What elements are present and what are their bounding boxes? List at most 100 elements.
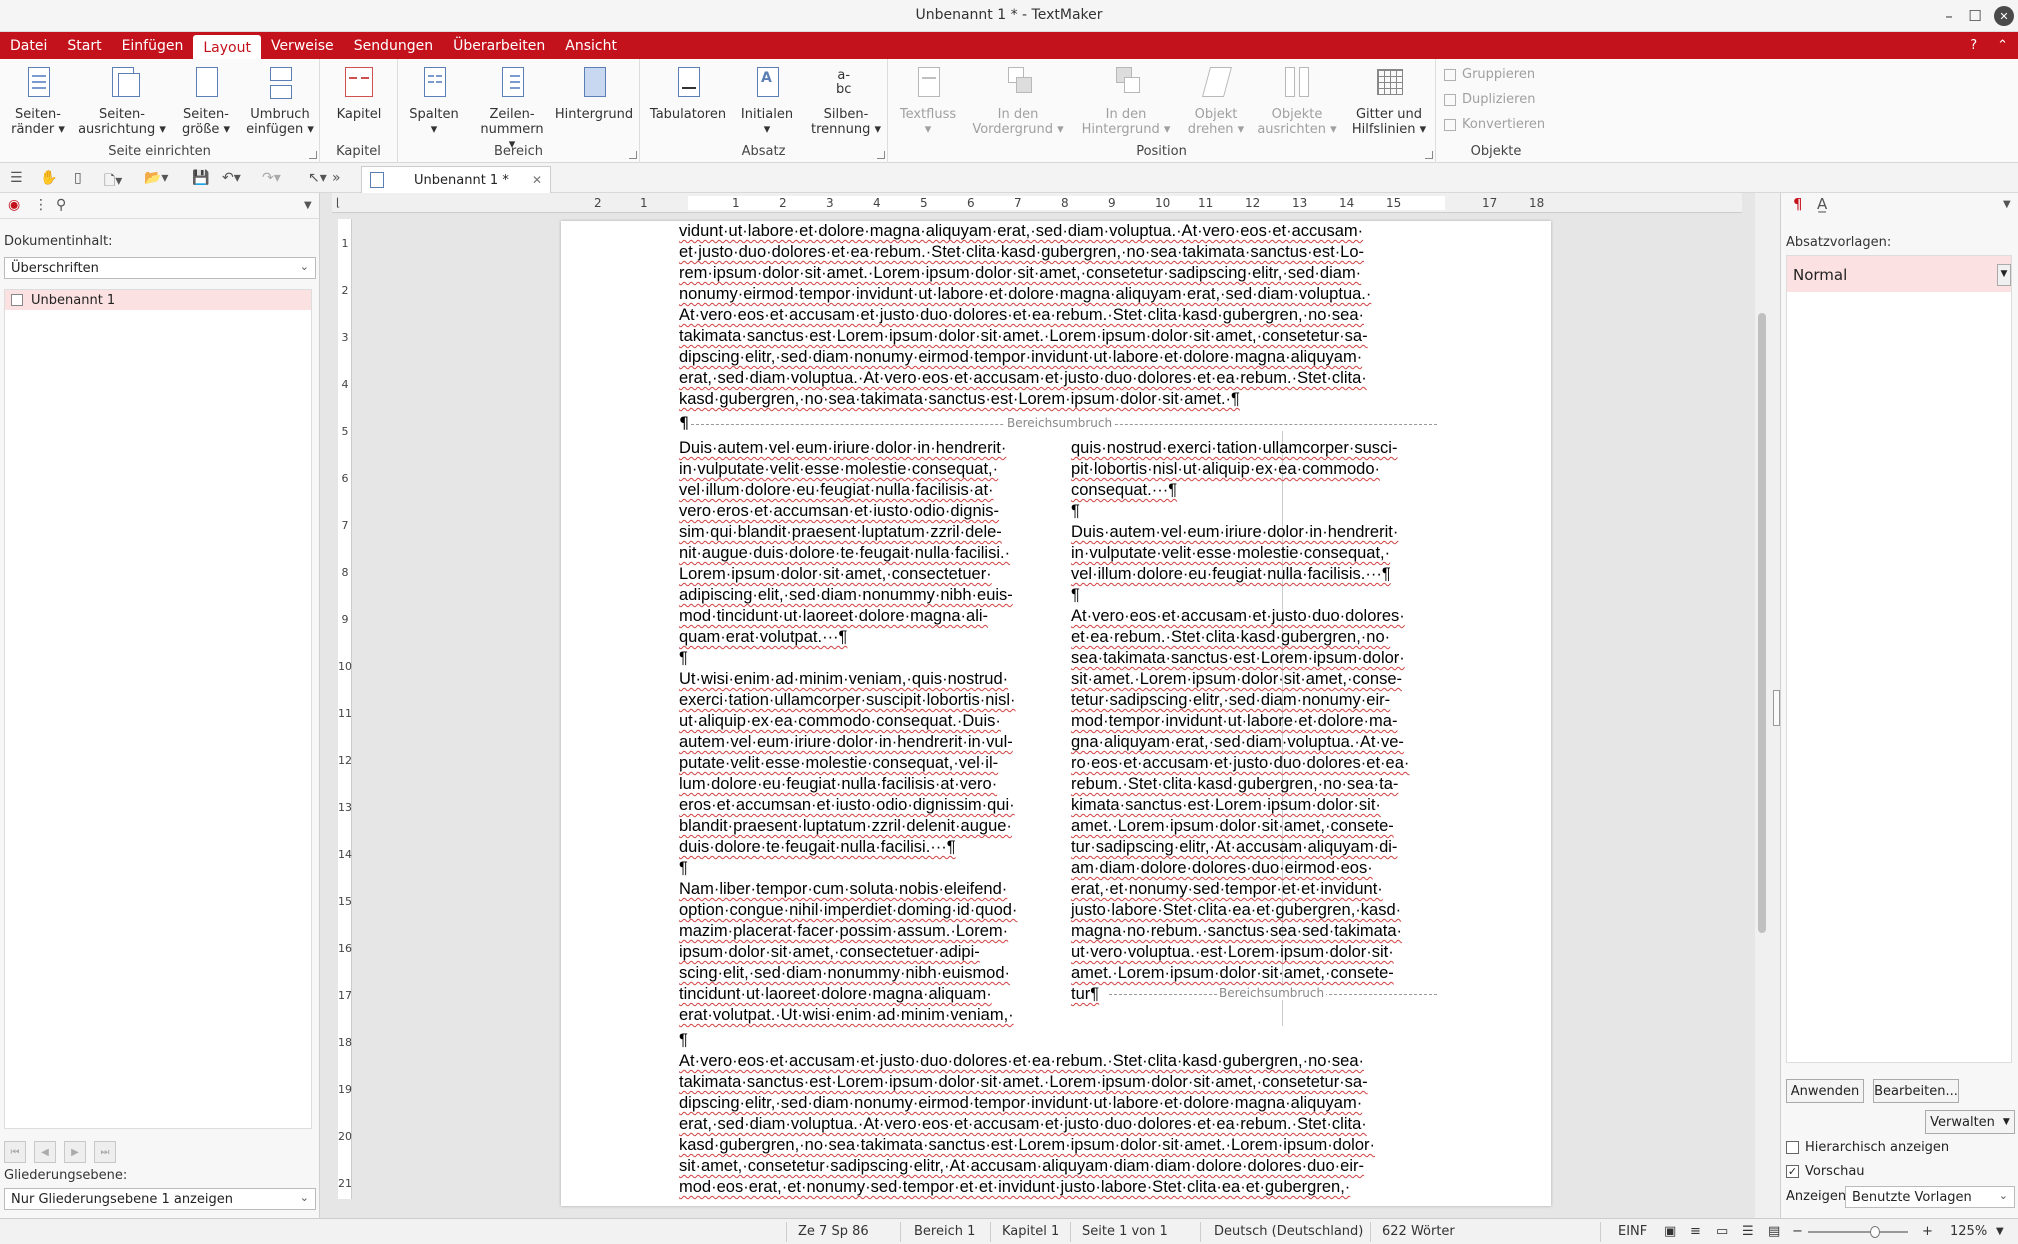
- ruler-tick: 3: [826, 196, 834, 210]
- menu-ansicht[interactable]: Ansicht: [555, 32, 627, 59]
- select-arrow-icon[interactable]: ↖▾: [308, 170, 327, 186]
- menu-ueberarbeiten[interactable]: Überarbeiten: [443, 32, 555, 59]
- outline-icon[interactable]: ⋮: [34, 197, 48, 213]
- next-icon[interactable]: ▶: [64, 1141, 86, 1163]
- seitengroesse-button[interactable]: Seiten- größe ▾: [178, 65, 234, 137]
- menu-datei[interactable]: Datei: [0, 32, 57, 59]
- section-indicator: Bereich 1: [914, 1224, 976, 1239]
- insert-mode[interactable]: EINF: [1618, 1224, 1647, 1239]
- vordergrund-button[interactable]: In den Vordergrund ▾: [968, 65, 1068, 137]
- text-line: Ut·wisi·enim·ad·minim·veniam,·quis·nostr…: [679, 670, 1009, 688]
- zoom-in-icon[interactable]: +: [1922, 1224, 1933, 1239]
- document-page[interactable]: vidunt·ut·labore·et·dolore·magna·aliquya…: [561, 221, 1551, 1206]
- language-indicator[interactable]: Deutsch (Deutschland): [1214, 1224, 1363, 1239]
- last-icon[interactable]: ⏭: [94, 1141, 116, 1163]
- seitenraender-button[interactable]: Seiten- ränder ▾: [8, 65, 68, 137]
- umbruch-button[interactable]: Umbruch einfügen ▾: [244, 65, 316, 137]
- first-icon[interactable]: ⏮: [4, 1141, 26, 1163]
- menu-lines-icon[interactable]: ☰: [10, 170, 23, 186]
- paragraph-top[interactable]: vidunt·ut·labore·et·dolore·magna·aliquya…: [679, 221, 1371, 410]
- apply-button[interactable]: Anwenden: [1786, 1079, 1864, 1103]
- vertical-scrollbar[interactable]: [1755, 193, 1769, 1218]
- tree-item[interactable]: Unbenannt 1: [5, 290, 311, 310]
- silbentrennung-button[interactable]: a-bc Silben- trennung ▾: [806, 65, 886, 138]
- navigator-icon[interactable]: ◉: [8, 197, 20, 213]
- continuous-view-icon[interactable]: ≡: [1690, 1224, 1701, 1239]
- duplizieren-button[interactable]: Duplizieren: [1444, 92, 1535, 107]
- menu-start[interactable]: Start: [57, 32, 111, 59]
- initialen-button[interactable]: A Initialen ▾: [736, 65, 798, 137]
- panel-dropdown-icon[interactable]: ▼: [2003, 199, 2011, 210]
- content-select[interactable]: Überschriften ⌄: [4, 257, 316, 279]
- paragraph-bottom[interactable]: At·vero·eos·et·accusam·et·justo·duo·dolo…: [679, 1051, 1375, 1198]
- absatz-launcher-icon[interactable]: [877, 151, 885, 159]
- level-select[interactable]: Nur Gliederungsebene 1 anzeigen ⌄: [4, 1188, 316, 1210]
- ruler-corner-icon[interactable]: ⌊: [336, 196, 340, 209]
- new-document-icon[interactable]: 🗋▾: [104, 170, 122, 194]
- konvertieren-button[interactable]: Konvertieren: [1444, 117, 1545, 132]
- bereich-launcher-icon[interactable]: [629, 151, 637, 159]
- more-icon[interactable]: »: [332, 170, 341, 186]
- spalten-button[interactable]: Spalten ▾: [404, 65, 464, 137]
- page-layout-icon[interactable]: ▣: [1664, 1224, 1676, 1239]
- chevron-down-icon[interactable]: ▼: [1997, 264, 2011, 286]
- drehen-button[interactable]: Objekt drehen ▾: [1184, 65, 1248, 137]
- gruppieren-button[interactable]: Gruppieren: [1444, 67, 1535, 82]
- zoom-out-icon[interactable]: −: [1792, 1224, 1803, 1239]
- hintergrund-button[interactable]: Hintergrund: [550, 65, 638, 122]
- close-icon[interactable]: ✕: [1994, 6, 2014, 26]
- save-icon[interactable]: 💾: [192, 170, 209, 186]
- ruler-tick: 2: [594, 196, 602, 210]
- page-view-icon[interactable]: ▯: [74, 170, 82, 186]
- show-select[interactable]: Benutzte Vorlagen ⌄: [1845, 1186, 2015, 1208]
- seite-launcher-icon[interactable]: [309, 151, 317, 159]
- collapse-ribbon-icon[interactable]: ⌃: [1997, 38, 2008, 53]
- hierarchical-checkbox[interactable]: Hierarchisch anzeigen: [1786, 1140, 1949, 1155]
- edit-button[interactable]: Bearbeiten...: [1873, 1079, 1959, 1103]
- menu-layout[interactable]: Layout: [193, 35, 261, 59]
- zoom-slider[interactable]: [1808, 1226, 1908, 1238]
- tree-checkbox[interactable]: [11, 294, 23, 306]
- document-tab[interactable]: Unbenannt 1 * ✕: [361, 166, 551, 193]
- panel-dropdown-icon[interactable]: ▼: [304, 200, 312, 211]
- ausrichten-button[interactable]: Objekte ausrichten ▾: [1254, 65, 1340, 137]
- manage-button[interactable]: Verwalten ▼: [1925, 1110, 2015, 1134]
- help-icon[interactable]: ?: [1970, 38, 1977, 53]
- gitter-button[interactable]: Gitter und Hilfslinien ▾: [1348, 65, 1430, 137]
- style-selector[interactable]: Normal ▼: [1787, 256, 2011, 292]
- open-folder-icon[interactable]: 📂▾: [144, 170, 168, 186]
- undo-icon[interactable]: ↶▾: [222, 170, 241, 186]
- paragraph-style-icon[interactable]: ¶: [1793, 195, 1803, 213]
- menu-einfuegen[interactable]: Einfügen: [112, 32, 194, 59]
- checkmark-icon[interactable]: ✓: [1786, 1165, 1799, 1178]
- hintergrund-pos-button[interactable]: In den Hintergrund ▾: [1076, 65, 1176, 137]
- right-panel-handle[interactable]: [1773, 690, 1780, 726]
- menu-verweise[interactable]: Verweise: [261, 32, 344, 59]
- text-line: putate·velit·esse·molestie·consequat,·ve…: [679, 754, 999, 772]
- outline-view-icon[interactable]: ☰: [1742, 1224, 1754, 1239]
- zoom-dropdown-icon[interactable]: ▼: [1996, 1226, 2004, 1237]
- master-view-icon[interactable]: ▤: [1768, 1224, 1780, 1239]
- zoom-level[interactable]: 125%: [1950, 1224, 1987, 1239]
- tabulatoren-button[interactable]: Tabulatoren: [648, 65, 728, 122]
- tab-close-icon[interactable]: ✕: [532, 173, 542, 187]
- seitenausrichtung-button[interactable]: Seiten- ausrichtung ▾: [78, 65, 166, 137]
- textfluss-button[interactable]: Textfluss ▾: [894, 65, 962, 137]
- text-line: ut·aliquip·ex·ea·commodo·consequat.·Duis…: [679, 712, 1001, 730]
- maximize-icon[interactable]: ☐: [1962, 4, 1988, 28]
- prev-icon[interactable]: ◀: [34, 1141, 56, 1163]
- kapitel-button[interactable]: Kapitel: [328, 65, 390, 122]
- search-icon[interactable]: ⚲: [56, 197, 66, 213]
- zeilennummern-button[interactable]: Zeilen- nummern ▾: [476, 65, 548, 152]
- character-style-icon[interactable]: A̲: [1817, 195, 1827, 213]
- column-2[interactable]: quis·nostrud·exerci·tation·ullamcorper·s…: [1071, 438, 1409, 1005]
- hand-icon[interactable]: ✋: [40, 170, 57, 186]
- redo-icon[interactable]: ↷▾: [262, 170, 281, 186]
- menu-sendungen[interactable]: Sendungen: [344, 32, 443, 59]
- scroll-thumb[interactable]: [1758, 313, 1766, 933]
- normal-view-icon[interactable]: ▭: [1716, 1224, 1728, 1239]
- minimize-icon[interactable]: –: [1936, 4, 1962, 28]
- column-1[interactable]: Duis·autem·vel·eum·iriure·dolor·in·hendr…: [679, 438, 1017, 1026]
- position-launcher-icon[interactable]: [1425, 151, 1433, 159]
- preview-checkbox[interactable]: ✓ Vorschau: [1786, 1164, 1865, 1179]
